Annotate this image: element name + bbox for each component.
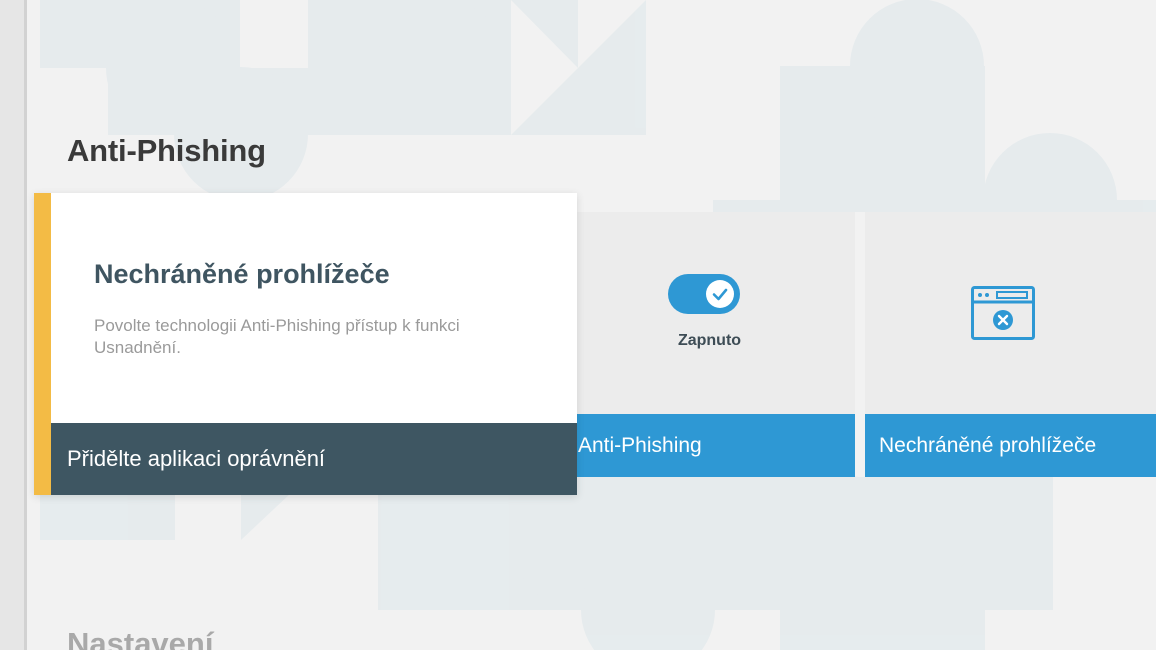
left-rail: [0, 0, 27, 650]
anti-phishing-tile[interactable]: Zapnuto Anti-Phishing: [564, 212, 855, 477]
popup-title: Nechráněné prohlížeče: [94, 259, 390, 289]
toggle-knob: [706, 280, 734, 308]
permission-popup: Nechráněné prohlížeče Povolte technologi…: [34, 193, 577, 495]
tile-label-anti-phishing: Anti-Phishing: [564, 414, 855, 477]
popup-accent-bar: [34, 193, 51, 495]
settings-section-title: Nastavení: [67, 626, 214, 650]
browser-window-x-icon: [971, 286, 1035, 340]
unprotected-browsers-tile[interactable]: Nechráněné prohlížeče: [865, 212, 1156, 477]
grant-permission-button[interactable]: Přidělte aplikaci oprávnění: [51, 423, 577, 495]
app-screen: Anti-Phishing Zapnuto Anti-Phishing Nech…: [0, 0, 1156, 650]
section-title: Anti-Phishing: [67, 133, 266, 168]
anti-phishing-toggle[interactable]: [668, 274, 740, 314]
toggle-status-label: Zapnuto: [677, 332, 742, 349]
check-icon: [712, 288, 728, 301]
tile-label-unprotected-browsers: Nechráněné prohlížeče: [865, 414, 1156, 477]
popup-description: Povolte technologii Anti-Phishing přístu…: [94, 316, 460, 357]
